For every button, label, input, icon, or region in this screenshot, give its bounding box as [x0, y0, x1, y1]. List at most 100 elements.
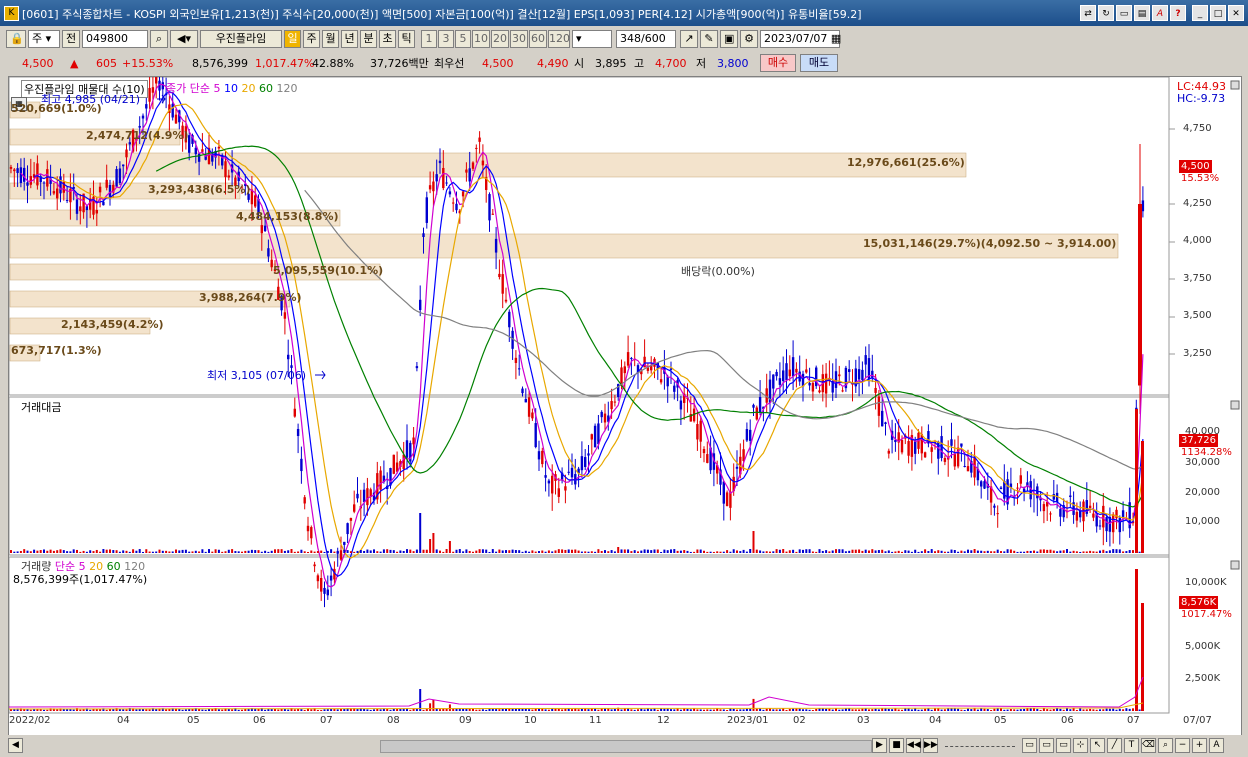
candle-body	[857, 369, 861, 380]
lock-icon[interactable]: 🔒	[6, 30, 26, 48]
quote-bar: 4,500 ▲ 605 +15.53% 8,576,399 1,017.47% …	[0, 52, 1248, 74]
volume-bar	[531, 709, 534, 711]
amount-bar	[831, 550, 834, 553]
refresh-icon[interactable]: ↻	[1098, 5, 1114, 21]
amount-bar	[663, 549, 666, 553]
candle-body	[518, 368, 521, 370]
save-icon[interactable]: ▤	[1134, 5, 1150, 21]
interval-button[interactable]: 1	[421, 30, 437, 48]
amount-bar	[666, 550, 669, 553]
layout-icon[interactable]: ▭	[1116, 5, 1132, 21]
interval-button[interactable]: 60	[529, 30, 547, 48]
amount-bar	[1128, 550, 1131, 553]
period-button[interactable]: 주	[303, 30, 320, 48]
amount-bar	[1036, 551, 1039, 553]
amount-bar	[125, 550, 128, 553]
candle-body	[468, 168, 471, 182]
scroll-thumb[interactable]	[380, 740, 872, 753]
draw-tool-icon[interactable]: ✎	[700, 30, 718, 48]
chart-tool-icon[interactable]: ↗	[680, 30, 698, 48]
link-icon[interactable]: ⇄	[1080, 5, 1096, 21]
crosshair-icon[interactable]: ⊹	[1073, 738, 1088, 753]
pause-icon[interactable]: ■	[889, 738, 904, 753]
layout-three-icon[interactable]: ▭	[1056, 738, 1071, 753]
volume-bar	[310, 709, 313, 711]
amount-bar	[811, 551, 814, 553]
amount-bar	[914, 549, 917, 553]
close-button[interactable]: ✕	[1228, 5, 1244, 21]
line-icon[interactable]: ╱	[1107, 738, 1122, 753]
sell-button[interactable]: 매도	[800, 54, 838, 72]
quote-change: 605	[96, 57, 117, 70]
amount-bar	[815, 551, 818, 553]
disk-icon[interactable]: ▣	[720, 30, 738, 48]
interval-button[interactable]: 120	[548, 30, 570, 48]
interval-button[interactable]: 3	[438, 30, 454, 48]
volume-bar	[943, 709, 946, 711]
volume-bar	[1059, 708, 1062, 711]
volume-bar	[366, 709, 369, 711]
search-icon[interactable]: ⌕	[150, 30, 168, 48]
period-button[interactable]: 일	[284, 30, 301, 48]
plus-icon[interactable]: +	[1192, 738, 1207, 753]
period-button[interactable]: 월	[322, 30, 339, 48]
market-select[interactable]: 주 ▾	[28, 30, 60, 48]
period-button[interactable]: 년	[341, 30, 358, 48]
play-icon[interactable]: ▶	[872, 738, 887, 753]
help-icon[interactable]: ?	[1170, 5, 1186, 21]
chart-area[interactable]: 우진플라임 매물대 수(10) 종가 단순 5 10 20 60 120 ▦ 최…	[8, 76, 1242, 738]
code-input[interactable]: 049800	[82, 30, 148, 48]
interval-button[interactable]: 30	[510, 30, 528, 48]
interval-button[interactable]: 5	[455, 30, 471, 48]
minus-icon[interactable]: −	[1175, 738, 1190, 753]
interval-input[interactable]: ▾	[572, 30, 612, 48]
stock-name[interactable]: 우진플라임	[200, 30, 282, 48]
volume-bar	[564, 708, 567, 711]
period-button[interactable]: 분	[360, 30, 377, 48]
period-button[interactable]: 초	[379, 30, 396, 48]
scroll-left-icon[interactable]: ◀	[8, 738, 23, 753]
amount-bar	[264, 550, 267, 553]
candle-body	[1075, 511, 1079, 521]
amount-bar	[198, 551, 201, 553]
amount-bar	[505, 550, 507, 553]
zoom-out-icon[interactable]: ⌕	[1158, 738, 1173, 753]
amount-bar	[158, 549, 161, 553]
interval-button[interactable]: 10	[472, 30, 490, 48]
minimize-button[interactable]: _	[1192, 5, 1208, 21]
volume-bar	[571, 709, 573, 711]
vp-label-7: 2,474,712(4.9%)	[86, 129, 189, 142]
period-button[interactable]: 틱	[398, 30, 415, 48]
font-icon[interactable]: A	[1152, 5, 1168, 21]
candle-body	[914, 441, 917, 454]
layout-one-icon[interactable]: ▭	[1022, 738, 1037, 753]
amount-bar	[260, 551, 263, 553]
zoom-slider[interactable]	[945, 743, 1015, 747]
cursor-icon[interactable]: ↖	[1090, 738, 1105, 753]
amount-bar	[871, 549, 874, 553]
amount-bar	[1016, 551, 1019, 553]
amount-bar	[1075, 551, 1078, 553]
speaker-icon[interactable]: ◀▾	[170, 30, 198, 48]
maximize-button[interactable]: □	[1210, 5, 1226, 21]
amount-bar	[778, 549, 781, 553]
candle-body	[125, 149, 128, 158]
prev-button[interactable]: 전	[62, 30, 80, 48]
count-input[interactable]: 348/600	[616, 30, 676, 48]
auto-icon[interactable]: A	[1209, 738, 1224, 753]
layout-two-icon[interactable]: ▭	[1039, 738, 1054, 753]
candle-body	[999, 487, 1003, 489]
text-icon[interactable]: T	[1124, 738, 1139, 753]
amount-bar	[231, 549, 234, 553]
date-input[interactable]: 2023/07/07 ▦	[760, 30, 841, 48]
buy-button[interactable]: 매수	[760, 54, 796, 72]
fast-forward-icon[interactable]: ▶▶	[923, 738, 938, 753]
stop-icon[interactable]: ◀◀	[906, 738, 921, 753]
amount-bar	[359, 550, 362, 553]
candle-body	[405, 440, 409, 458]
amount-bar	[422, 549, 425, 553]
interval-button[interactable]: 20	[491, 30, 509, 48]
eraser-icon[interactable]: ⌫	[1141, 738, 1156, 753]
amount-bar	[854, 549, 857, 553]
gear-icon[interactable]: ⚙	[740, 30, 758, 48]
